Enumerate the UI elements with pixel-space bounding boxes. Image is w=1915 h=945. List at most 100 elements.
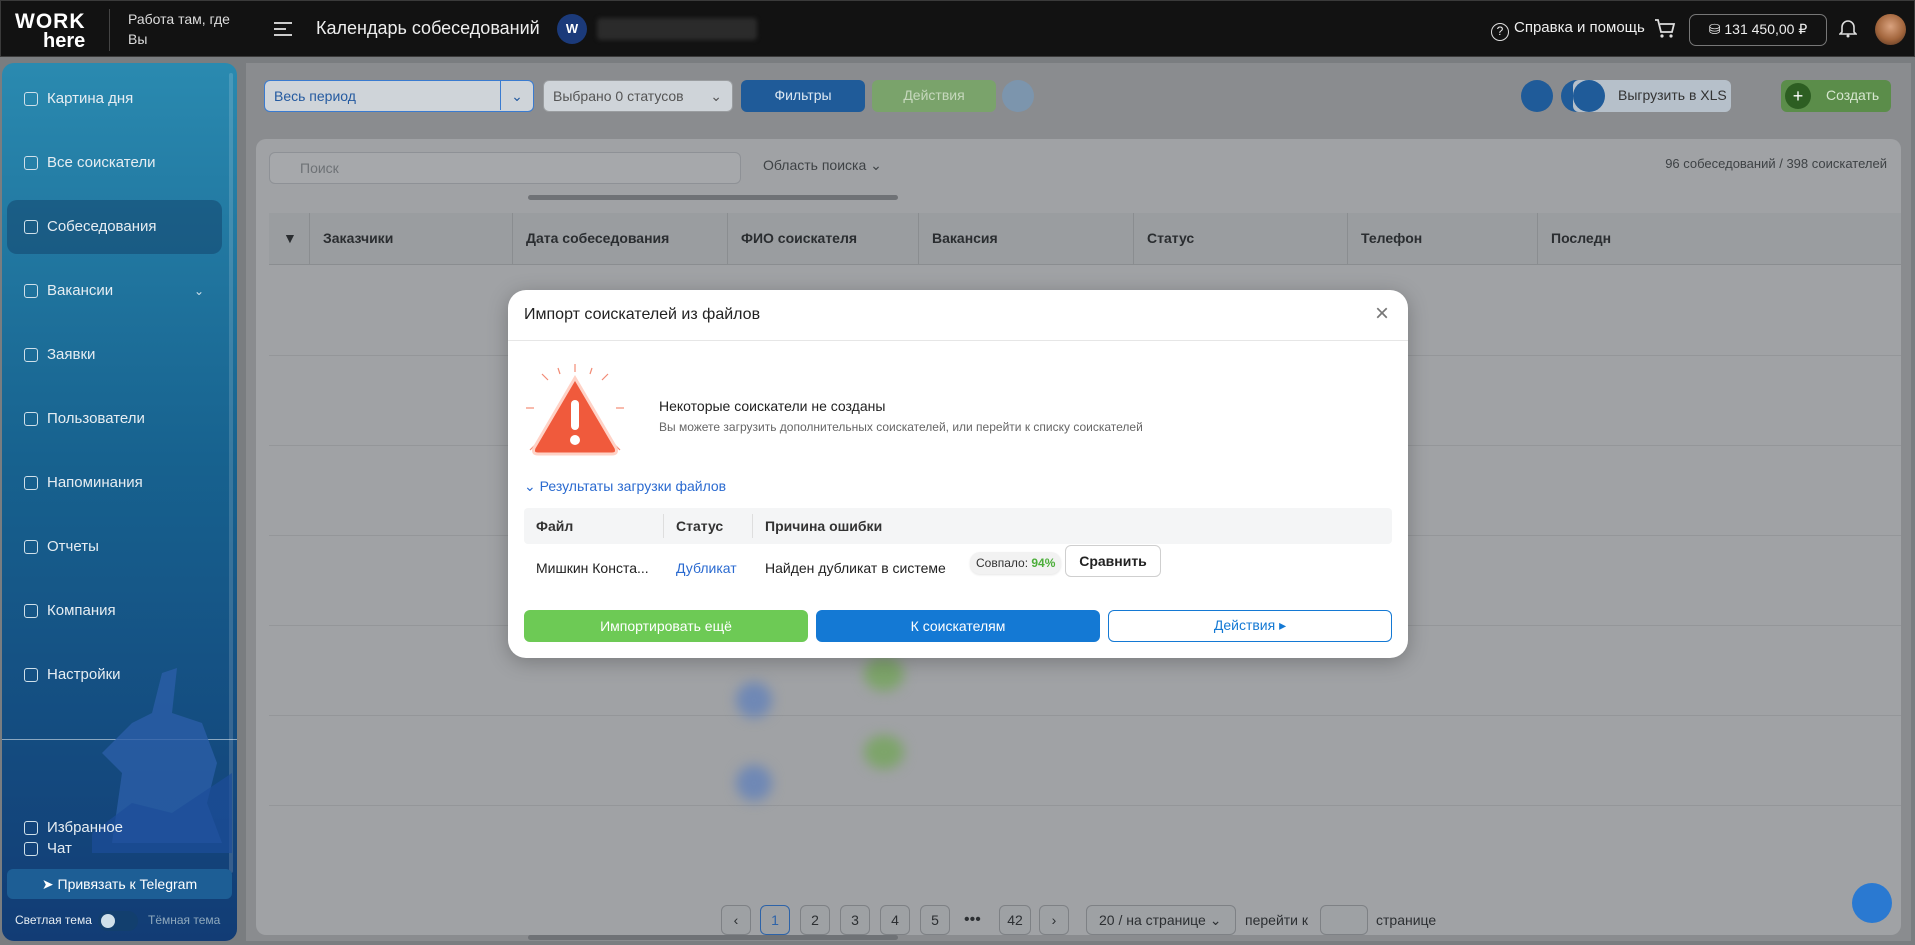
briefcase-icon (24, 284, 38, 298)
results-table: Файл Статус Причина ошибки Мишкин Конста… (524, 508, 1392, 588)
cart-icon[interactable] (1654, 17, 1676, 39)
balance-button[interactable]: ⛁ 131 450,00 ₽ (1689, 14, 1827, 46)
pagination-ellipsis[interactable]: ••• (964, 911, 981, 929)
horizontal-scrollbar[interactable] (528, 195, 898, 200)
tagline: Работа там, где Вы (128, 11, 230, 47)
bell-icon[interactable] (1839, 18, 1857, 38)
goto-suffix: странице (1376, 912, 1437, 928)
top-bar: WORK here Работа там, где Вы Календарь с… (0, 0, 1915, 57)
sidebar-item-reports[interactable]: Отчеты (7, 520, 222, 574)
page-button[interactable]: 5 (920, 905, 950, 935)
column-divider (1347, 213, 1348, 265)
chevron-down-icon[interactable]: ⌄ (500, 81, 533, 110)
column-header-candidate-name[interactable]: ФИО соискателя (741, 230, 857, 246)
company-name-redacted[interactable] (597, 18, 757, 40)
match-badge: Совпало: 94% (970, 552, 1062, 574)
per-page-select[interactable]: 20 / на странице ⌄ (1086, 905, 1236, 935)
modal-actions-button[interactable]: Действия ▸ (1108, 610, 1392, 642)
column-divider (663, 514, 664, 538)
actions-button[interactable]: Действия (872, 80, 996, 112)
sidebar-item-interviews[interactable]: Собеседования (7, 200, 222, 254)
logo[interactable]: WORK here (15, 10, 105, 52)
sidebar-item-requests[interactable]: Заявки (7, 328, 222, 382)
page-button[interactable]: 3 (840, 905, 870, 935)
sidebar-item-users[interactable]: Пользователи (7, 392, 222, 446)
status-select[interactable]: Выбрано 0 статусов ⌄ (543, 80, 733, 112)
theme-toggle[interactable] (98, 911, 138, 931)
telegram-link-button[interactable]: ➤ Привязать к Telegram (7, 869, 232, 899)
export-label: Выгрузить в XLS (1618, 87, 1727, 103)
close-icon[interactable]: × (1370, 302, 1394, 326)
stats-icon[interactable] (1521, 80, 1553, 112)
filter-icon[interactable]: ▼ (283, 230, 297, 246)
table-row[interactable] (269, 805, 1901, 806)
sidebar: Картина дня Все соискатели Собеседования… (2, 63, 237, 941)
column-header-interview-date[interactable]: Дата собеседования (526, 230, 669, 246)
column-header-last[interactable]: Последн (1551, 230, 1611, 246)
filters-label: Фильтры (774, 87, 832, 103)
goto-page-input[interactable] (1320, 905, 1368, 935)
search-area-label: Область поиска (763, 157, 867, 173)
history-icon[interactable] (1002, 80, 1034, 112)
sidebar-item-label: Отчеты (47, 538, 99, 555)
period-select[interactable]: Весь период ⌄ (264, 80, 534, 112)
upload-icon (1573, 80, 1605, 112)
to-candidates-button[interactable]: К соискателям (816, 610, 1100, 642)
chevron-down-icon: ⌄ (524, 478, 540, 494)
list-icon (24, 348, 38, 362)
page-button[interactable]: 42 (999, 905, 1031, 935)
sidebar-item-label: Пользователи (47, 410, 145, 427)
theme-light-label: Светлая тема (15, 913, 92, 927)
search-input[interactable]: Поиск (269, 152, 741, 184)
column-header-status[interactable]: Статус (1147, 230, 1194, 246)
page-button[interactable]: 4 (880, 905, 910, 935)
sidebar-item-day-overview[interactable]: Картина дня (7, 72, 222, 126)
next-page-button[interactable]: › (1039, 905, 1069, 935)
logo-divider (109, 9, 110, 51)
compare-button[interactable]: Сравнить (1065, 545, 1161, 577)
column-divider (1537, 213, 1538, 265)
help-link[interactable]: ? Справка и помощь (1491, 19, 1645, 41)
column-header-phone[interactable]: Телефон (1361, 230, 1422, 246)
sidebar-item-all-candidates[interactable]: Все соискатели (7, 136, 222, 190)
column-header-vacancy[interactable]: Вакансия (932, 230, 998, 246)
search-area-dropdown[interactable]: Область поиска ⌄ (763, 157, 882, 174)
table-row[interactable] (269, 715, 1901, 716)
page-button[interactable]: 2 (800, 905, 830, 935)
results-toggle[interactable]: ⌄ Результаты загрузки файлов (524, 478, 726, 495)
records-count: 96 собеседований / 398 соискателей (1665, 156, 1887, 171)
sidebar-item-company[interactable]: Компания (7, 584, 222, 638)
pagination: ‹ 1 2 3 4 5 ••• 42 › 20 / на странице ⌄ … (246, 901, 1911, 937)
calendar-icon (24, 220, 38, 234)
chat-icon (24, 842, 38, 856)
create-button[interactable]: Создать (1781, 80, 1891, 112)
theme-switcher: Светлая тема Тёмная тема (15, 911, 230, 931)
status-badge (864, 657, 904, 691)
user-circle-icon (24, 412, 38, 426)
user-avatar[interactable] (1875, 14, 1906, 45)
results-table-header: Файл Статус Причина ошибки (524, 508, 1392, 544)
users-icon (24, 156, 38, 170)
column-divider (918, 213, 919, 265)
column-header-customers[interactable]: Заказчики (323, 230, 393, 246)
chevron-down-icon: ⌄ (870, 157, 882, 173)
menu-icon[interactable] (274, 19, 294, 39)
column-header-reason: Причина ошибки (765, 518, 883, 534)
page-button[interactable]: 1 (760, 905, 790, 935)
sidebar-item-reminders[interactable]: Напоминания (7, 456, 222, 510)
column-header-file: Файл (536, 518, 574, 534)
balance-value: 131 450,00 ₽ (1724, 21, 1808, 37)
sidebar-item-label: Компания (47, 602, 116, 619)
filters-button[interactable]: Фильтры (741, 80, 865, 112)
company-avatar[interactable]: W (557, 14, 587, 44)
sidebar-item-label: Все соискатели (47, 154, 156, 171)
sidebar-item-vacancies[interactable]: Вакансии ⌄ (7, 264, 222, 318)
result-status-link[interactable]: Дубликат (676, 560, 737, 576)
support-chat-icon[interactable] (1852, 883, 1892, 923)
export-xls-button[interactable]: Выгрузить в XLS (1573, 80, 1731, 112)
logo-bottom-text: here (43, 30, 86, 52)
chart-icon (24, 540, 38, 554)
sidebar-item-chat[interactable]: Чат (7, 829, 222, 869)
prev-page-button[interactable]: ‹ (721, 905, 751, 935)
import-more-button[interactable]: Импортировать ещё (524, 610, 808, 642)
